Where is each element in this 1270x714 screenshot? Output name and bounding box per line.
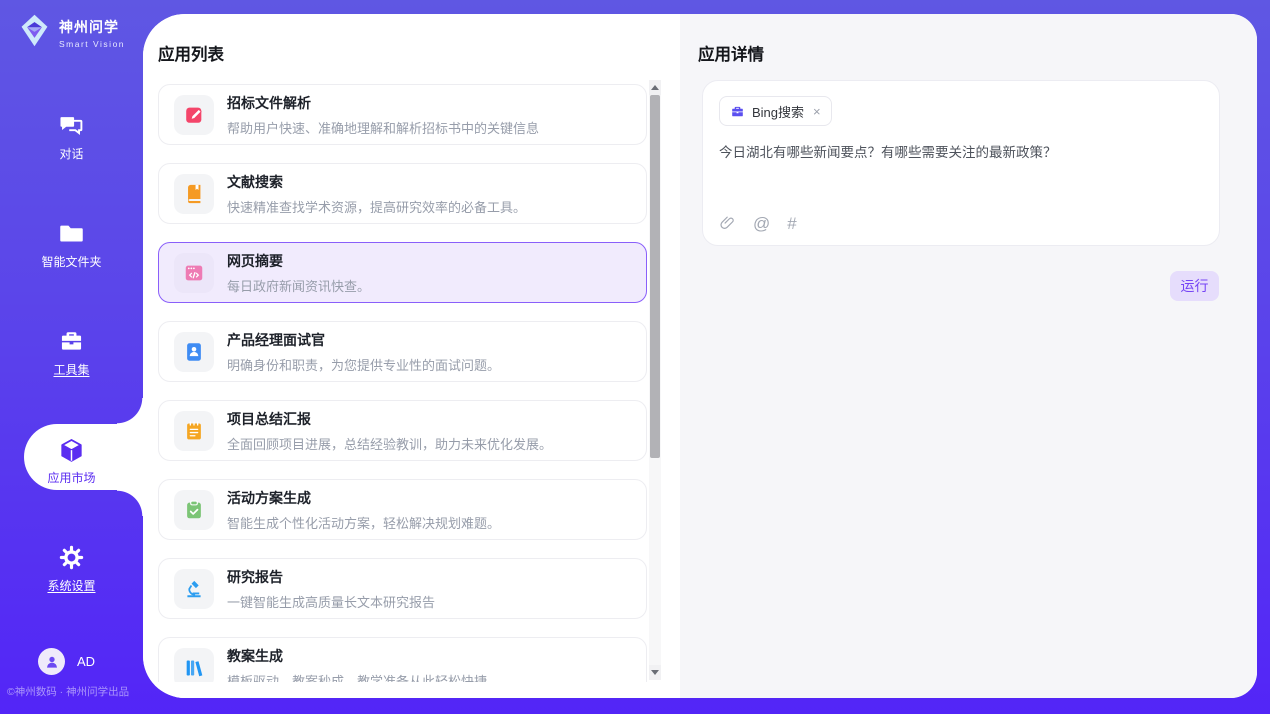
folder-icon bbox=[0, 220, 143, 248]
app-card-description: 一键智能生成高质量长文本研究报告 bbox=[227, 592, 435, 611]
app-card-text: 活动方案生成智能生成个性化活动方案，轻松解决规划难题。 bbox=[227, 488, 500, 532]
app-card[interactable]: 招标文件解析帮助用户快速、准确地理解和解析招标书中的关键信息 bbox=[158, 84, 647, 145]
scroll-down-button[interactable] bbox=[649, 665, 661, 680]
app-card-text: 产品经理面试官明确身份和职责，为您提供专业性的面试问题。 bbox=[227, 330, 500, 374]
prompt-toolbar: @# bbox=[719, 215, 797, 232]
sidebar: 神州问学 Smart Vision 对话智能文件夹工具集应用市场系统设置 AD … bbox=[0, 0, 143, 714]
sidebar-item-toolset[interactable]: 工具集 bbox=[0, 328, 143, 390]
gear-icon bbox=[0, 544, 143, 572]
mention-icon[interactable]: @ bbox=[753, 215, 770, 232]
app-card-text: 文献搜索快速精准查找学术资源，提高研究效率的必备工具。 bbox=[227, 172, 526, 216]
web-code-icon bbox=[174, 253, 214, 293]
brand-title: 神州问学 bbox=[59, 17, 125, 37]
sidebar-item-label: 系统设置 bbox=[47, 577, 95, 594]
brand-subtitle: Smart Vision bbox=[59, 39, 125, 49]
copyright-footer: ©神州数码 · 神州问学出品 bbox=[7, 684, 129, 699]
app-card-description: 全面回顾项目进展，总结经验教训，助力未来优化发展。 bbox=[227, 434, 552, 453]
cube-icon bbox=[0, 436, 143, 464]
app-card[interactable]: 文献搜索快速精准查找学术资源，提高研究效率的必备工具。 bbox=[158, 163, 647, 224]
arrow-up-icon bbox=[651, 85, 659, 90]
books-icon bbox=[174, 648, 214, 683]
user-label: AD bbox=[77, 654, 95, 669]
scrollbar-thumb[interactable] bbox=[650, 95, 660, 458]
app-card-title: 研究报告 bbox=[227, 567, 435, 587]
scrollbar[interactable] bbox=[649, 80, 661, 680]
clipboard-check-icon bbox=[174, 490, 214, 530]
notepad-icon bbox=[174, 411, 214, 451]
prompt-input[interactable]: 今日湖北有哪些新闻要点？有哪些需要关注的最新政策？ bbox=[719, 143, 1203, 163]
main-content: 应用列表 招标文件解析帮助用户快速、准确地理解和解析招标书中的关键信息文献搜索快… bbox=[143, 14, 1257, 698]
sidebar-item-label: 智能文件夹 bbox=[41, 253, 101, 270]
paperclip-icon[interactable] bbox=[719, 215, 736, 232]
app-card-description: 快速精准查找学术资源，提高研究效率的必备工具。 bbox=[227, 197, 526, 216]
briefcase-icon bbox=[730, 104, 745, 119]
app-card-description: 智能生成个性化活动方案，轻松解决规划难题。 bbox=[227, 513, 500, 532]
app-card[interactable]: 产品经理面试官明确身份和职责，为您提供专业性的面试问题。 bbox=[158, 321, 647, 382]
app-card[interactable]: 研究报告一键智能生成高质量长文本研究报告 bbox=[158, 558, 647, 619]
arrow-down-icon bbox=[651, 670, 659, 675]
tool-chip-bing-search[interactable]: Bing搜索 × bbox=[719, 96, 832, 126]
app-card[interactable]: 教案生成模板驱动，教案秒成，教学准备从此轻松快捷 bbox=[158, 637, 647, 682]
sidebar-item-label: 应用市场 bbox=[47, 469, 95, 486]
app-card-description: 帮助用户快速、准确地理解和解析招标书中的关键信息 bbox=[227, 118, 539, 137]
book-icon bbox=[174, 174, 214, 214]
app-card-title: 项目总结汇报 bbox=[227, 409, 552, 429]
user-row[interactable]: AD bbox=[38, 648, 95, 675]
app-list-panel: 应用列表 招标文件解析帮助用户快速、准确地理解和解析招标书中的关键信息文献搜索快… bbox=[143, 14, 680, 698]
app-card-title: 招标文件解析 bbox=[227, 93, 539, 113]
hash-icon[interactable]: # bbox=[787, 215, 796, 232]
toolbox-icon bbox=[0, 328, 143, 356]
app-detail-title: 应用详情 bbox=[698, 41, 764, 65]
chat-icon bbox=[0, 112, 143, 140]
sidebar-item-app-market[interactable]: 应用市场 bbox=[0, 436, 143, 498]
app-card-text: 教案生成模板驱动，教案秒成，教学准备从此轻松快捷 bbox=[227, 646, 487, 683]
chip-close-icon[interactable]: × bbox=[813, 104, 821, 119]
brand-text: 神州问学 Smart Vision bbox=[59, 17, 125, 49]
app-card[interactable]: 活动方案生成智能生成个性化活动方案，轻松解决规划难题。 bbox=[158, 479, 647, 540]
app-card-text: 研究报告一键智能生成高质量长文本研究报告 bbox=[227, 567, 435, 611]
microscope-icon bbox=[174, 569, 214, 609]
prompt-card: Bing搜索 × 今日湖北有哪些新闻要点？有哪些需要关注的最新政策？ @# bbox=[702, 80, 1220, 246]
app-card-title: 网页摘要 bbox=[227, 251, 370, 271]
app-card-text: 项目总结汇报全面回顾项目进展，总结经验教训，助力未来优化发展。 bbox=[227, 409, 552, 453]
app-card-title: 活动方案生成 bbox=[227, 488, 500, 508]
app-card[interactable]: 网页摘要每日政府新闻资讯快查。 bbox=[158, 242, 647, 303]
user-avatar-icon[interactable] bbox=[38, 648, 65, 675]
app-detail-panel: 应用详情 Bing搜索 × 今日湖北有哪些新闻要点？有哪些需要关注的最新政策？ … bbox=[680, 14, 1257, 698]
app-card-text: 网页摘要每日政府新闻资讯快查。 bbox=[227, 251, 370, 295]
run-button[interactable]: 运行 bbox=[1170, 271, 1219, 301]
tool-chip-label: Bing搜索 bbox=[752, 102, 804, 121]
app-card-description: 模板驱动，教案秒成，教学准备从此轻松快捷 bbox=[227, 671, 487, 683]
brand-logo: 神州问学 Smart Vision bbox=[16, 12, 125, 54]
app-card-title: 教案生成 bbox=[227, 646, 487, 666]
app-list-title: 应用列表 bbox=[158, 41, 224, 65]
app-card[interactable]: 项目总结汇报全面回顾项目进展，总结经验教训，助力未来优化发展。 bbox=[158, 400, 647, 461]
sidebar-item-smart-folder[interactable]: 智能文件夹 bbox=[0, 220, 143, 282]
scroll-up-button[interactable] bbox=[649, 80, 661, 95]
sidebar-item-system-settings[interactable]: 系统设置 bbox=[0, 544, 143, 606]
edit-doc-icon bbox=[174, 95, 214, 135]
app-card-title: 产品经理面试官 bbox=[227, 330, 500, 350]
sidebar-item-label: 工具集 bbox=[53, 361, 89, 378]
sidebar-item-chat[interactable]: 对话 bbox=[0, 112, 143, 174]
app-card-description: 每日政府新闻资讯快查。 bbox=[227, 276, 370, 295]
app-card-text: 招标文件解析帮助用户快速、准确地理解和解析招标书中的关键信息 bbox=[227, 93, 539, 137]
sidebar-item-label: 对话 bbox=[59, 145, 83, 162]
app-card-list: 招标文件解析帮助用户快速、准确地理解和解析招标书中的关键信息文献搜索快速精准查找… bbox=[158, 84, 647, 682]
resume-icon bbox=[174, 332, 214, 372]
app-card-title: 文献搜索 bbox=[227, 172, 526, 192]
brand-gem-icon bbox=[16, 12, 53, 54]
app-card-description: 明确身份和职责，为您提供专业性的面试问题。 bbox=[227, 355, 500, 374]
